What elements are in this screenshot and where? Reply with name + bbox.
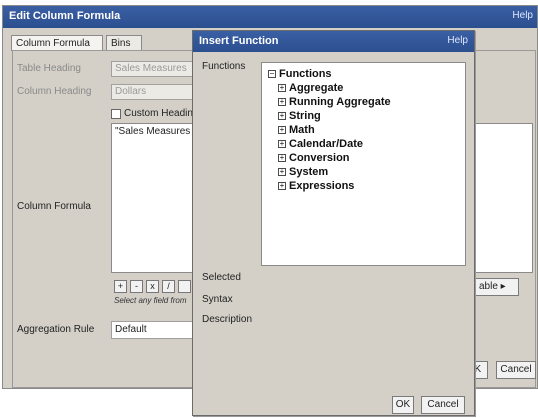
tab-column-formula[interactable]: Column Formula [11,35,103,51]
tree-node-calendar-date[interactable]: + Calendar/Date [278,138,363,150]
collapse-icon[interactable]: − [268,70,276,78]
custom-heading-checkbox[interactable] [111,109,121,119]
tree-node-expressions[interactable]: + Expressions [278,180,354,192]
functions-tree[interactable]: − Functions + Aggregate + Running Aggregate… [261,62,466,266]
plus-operator-button[interactable]: + [114,280,127,293]
tab-label: Column Formula [16,38,90,49]
column-formula-label: Column Formula [17,201,91,212]
expand-icon[interactable]: + [278,84,286,92]
expand-icon[interactable]: + [278,140,286,148]
expand-icon[interactable]: + [278,154,286,162]
minus-operator-button[interactable]: - [130,280,143,293]
tab-bins[interactable]: Bins [106,35,142,51]
expand-icon[interactable]: + [278,126,286,134]
tree-node-running-aggregate[interactable]: + Running Aggregate [278,96,391,108]
tree-node-aggregate[interactable]: + Aggregate [278,82,343,94]
tree-node-label: Running Aggregate [289,96,391,108]
description-label: Description [202,314,253,325]
functions-label: Functions [202,61,246,72]
column-formula-textarea[interactable]: "Sales Measures [111,123,205,273]
selected-label: Selected [202,272,241,283]
dialog-title: Insert Function [199,35,279,47]
table-heading-input[interactable]: Sales Measures [111,61,205,77]
insert-function-dialog: Insert Function Help Functions − Function… [192,30,475,416]
column-heading-label: Column Heading [17,86,92,97]
tree-node-math[interactable]: + Math [278,124,315,136]
help-link[interactable]: Help [447,35,468,46]
multiply-operator-button[interactable]: x [146,280,159,293]
cancel-button[interactable]: Cancel [496,361,536,379]
aggregation-rule-select[interactable]: Default [111,321,205,339]
divide-operator-button[interactable]: / [162,280,175,293]
tree-node-label: String [289,110,321,122]
tree-node-label: Expressions [289,180,355,192]
tree-node-conversion[interactable]: + Conversion [278,152,350,164]
operators-hint: Select any field from [114,296,187,305]
formula-text: "Sales Measures [115,126,191,137]
variable-button[interactable]: able ▸ [475,278,519,296]
ok-button[interactable]: OK [392,396,414,414]
formula-textarea-right[interactable] [475,123,533,273]
tree-node-label: Functions [279,68,332,80]
tree-node-functions[interactable]: − Functions [268,68,332,80]
expand-icon[interactable]: + [278,98,286,106]
tree-node-label: System [289,166,329,178]
tree-node-label: Math [289,124,315,136]
expand-icon[interactable]: + [278,168,286,176]
tree-node-system[interactable]: + System [278,166,328,178]
syntax-label: Syntax [202,294,233,305]
tree-node-string[interactable]: + String [278,110,321,122]
dialog-titlebar[interactable]: Edit Column Formula Help [3,6,537,28]
expand-icon[interactable]: + [278,182,286,190]
custom-heading-label: Custom Headin [124,108,193,119]
tab-label: Bins [111,38,131,49]
aggregation-rule-label: Aggregation Rule [17,324,95,335]
more-operator-button[interactable] [178,280,191,293]
column-heading-input[interactable]: Dollars [111,84,205,100]
tree-node-label: Calendar/Date [289,138,363,150]
table-heading-label: Table Heading [17,63,81,74]
cancel-button[interactable]: Cancel [421,396,465,414]
expand-icon[interactable]: + [278,112,286,120]
dialog-title: Edit Column Formula [9,10,121,22]
help-link[interactable]: Help [512,10,533,21]
tree-node-label: Conversion [289,152,350,164]
dialog-titlebar[interactable]: Insert Function Help [193,31,474,52]
tree-node-label: Aggregate [289,82,344,94]
